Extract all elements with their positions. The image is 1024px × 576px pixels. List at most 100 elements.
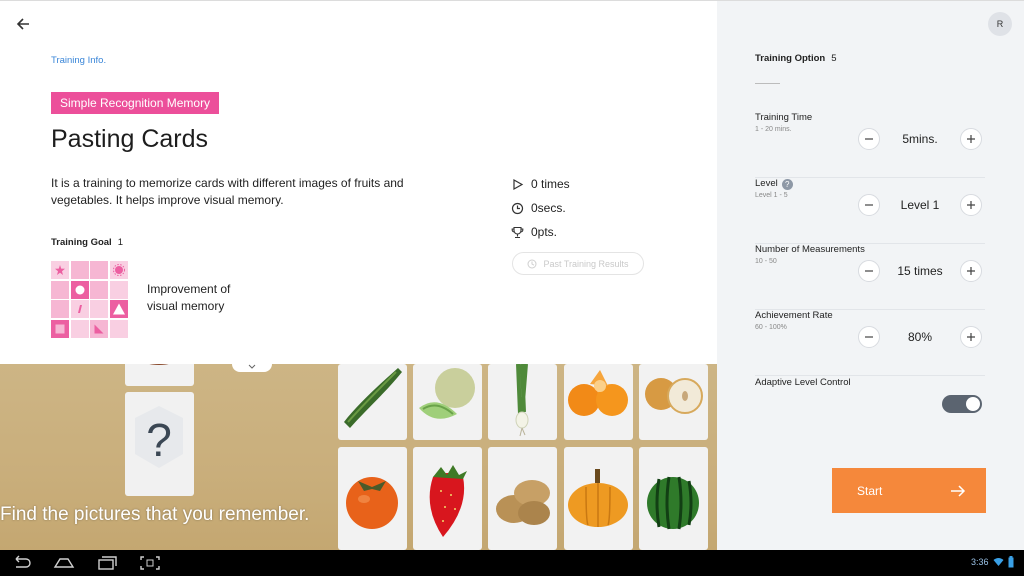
- goal-cell: [90, 319, 108, 338]
- stat-seconds: 0secs.: [511, 201, 566, 215]
- setting-training-time: Training Time 1 - 20 mins. 5mins.: [755, 112, 985, 178]
- setting-label: Training Time: [755, 112, 813, 123]
- past-results-button[interactable]: Past Training Results: [512, 252, 644, 275]
- goal-cell: [90, 280, 108, 299]
- increase-button[interactable]: [960, 194, 982, 216]
- persimmon-image: [346, 477, 398, 529]
- game-preview: ? Find the pictures that you remember.: [0, 364, 717, 550]
- goal-cell: [109, 300, 128, 318]
- past-results-label: Past Training Results: [543, 258, 629, 269]
- system-nav-bar: 3:36: [0, 550, 1024, 576]
- decrease-button[interactable]: [858, 260, 880, 282]
- training-options-panel: R Training Option 5 Training Time 1 - 20 …: [717, 0, 1024, 550]
- setting-label: Number of Measurements: [755, 244, 865, 255]
- goal-cell: [109, 319, 128, 338]
- setting-range: 60 - 100%: [755, 324, 787, 331]
- goal-description: Improvement of visual memory: [147, 281, 230, 315]
- arrow-right-icon: [951, 484, 966, 497]
- setting-value: Level 1: [900, 198, 940, 212]
- green-onion-image: [515, 364, 529, 437]
- app-window: Training Info. Simple Recognition Memory…: [0, 0, 1024, 576]
- increase-button[interactable]: [960, 260, 982, 282]
- back-button[interactable]: [12, 13, 34, 35]
- goal-count: 1: [117, 237, 123, 248]
- back-nav-icon[interactable]: [10, 555, 32, 571]
- pear-image: [645, 378, 703, 414]
- setting-label: Level?: [755, 178, 793, 190]
- training-option-label: Training Option 5: [755, 53, 837, 64]
- increase-button[interactable]: [960, 326, 982, 348]
- memory-card: [125, 364, 194, 386]
- goal-cell: [70, 300, 89, 318]
- pumpkin-image: [568, 469, 628, 527]
- setting-value: 5mins.: [902, 132, 938, 146]
- memory-card: [338, 447, 407, 550]
- stat-times: 0 times: [511, 177, 570, 191]
- memory-card: [413, 447, 482, 550]
- stat-points-value: 0pts.: [531, 225, 558, 239]
- goal-text-line: visual memory: [147, 299, 225, 313]
- potato-image: [496, 480, 550, 525]
- decrease-button[interactable]: [858, 194, 880, 216]
- goal-text-line: Improvement of: [147, 282, 231, 296]
- memory-card: [338, 364, 407, 440]
- strawberry-image: [429, 465, 467, 537]
- memory-card: [639, 364, 708, 440]
- memory-card: [488, 364, 557, 440]
- goal-cell: [70, 280, 89, 299]
- setting-value: 80%: [907, 330, 933, 344]
- goal-illustration: [51, 261, 128, 338]
- plus-icon: [967, 201, 975, 209]
- recents-nav-icon[interactable]: [96, 555, 118, 571]
- stat-points: 0pts.: [511, 225, 557, 239]
- play-icon: [513, 178, 524, 190]
- avatar[interactable]: R: [988, 12, 1012, 36]
- goal-cell: [109, 261, 128, 279]
- training-goal-label: Training Goal 1: [51, 237, 123, 248]
- history-icon: [527, 259, 537, 268]
- home-nav-icon[interactable]: [53, 555, 75, 571]
- goal-label-text: Training Goal: [51, 237, 112, 248]
- watermelon-image: [647, 476, 699, 530]
- screenshot-icon[interactable]: [139, 555, 161, 571]
- option-label-text: Training Option: [755, 53, 826, 64]
- setting-range: 10 - 50: [755, 258, 777, 265]
- orange-image: [568, 370, 628, 416]
- goal-cell: [51, 280, 69, 299]
- memory-card: [564, 447, 633, 550]
- goal-cell: [51, 319, 69, 338]
- adaptive-level-label: Adaptive Level Control: [755, 377, 851, 388]
- setting-achievement-rate: Achievement Rate 60 - 100% 80%: [755, 310, 985, 376]
- help-icon[interactable]: ?: [781, 179, 793, 190]
- memory-card: [413, 364, 482, 440]
- memory-card: [488, 447, 557, 550]
- setting-value: 15 times: [897, 264, 943, 278]
- setting-label-text: Level: [755, 178, 778, 189]
- start-button[interactable]: Start: [832, 468, 986, 513]
- stat-seconds-value: 0secs.: [531, 201, 566, 215]
- goal-cell: [51, 261, 69, 279]
- setting-range: 1 - 20 mins.: [755, 126, 792, 133]
- arrow-left-icon: [16, 18, 29, 30]
- increase-button[interactable]: [960, 128, 982, 150]
- memory-card: [639, 447, 708, 550]
- toggle-knob: [966, 397, 980, 411]
- training-info-panel: Training Info. Simple Recognition Memory…: [0, 0, 717, 364]
- decrease-button[interactable]: [858, 326, 880, 348]
- adaptive-level-toggle[interactable]: [942, 395, 982, 413]
- melon-image: [419, 368, 475, 419]
- setting-label: Achievement Rate: [755, 310, 833, 321]
- minus-icon: [865, 336, 873, 338]
- goal-cell: [70, 261, 89, 279]
- wifi-icon: [993, 558, 1004, 566]
- clock-icon: [511, 202, 524, 214]
- collapse-panel-tab[interactable]: [232, 360, 272, 372]
- stat-times-value: 0 times: [531, 177, 570, 191]
- plus-icon: [967, 333, 975, 341]
- minus-icon: [865, 204, 873, 206]
- battery-icon: [1008, 556, 1014, 568]
- system-clock: 3:36: [971, 557, 989, 567]
- goal-cell: [90, 300, 108, 318]
- goal-cell: [109, 280, 128, 299]
- decrease-button[interactable]: [858, 128, 880, 150]
